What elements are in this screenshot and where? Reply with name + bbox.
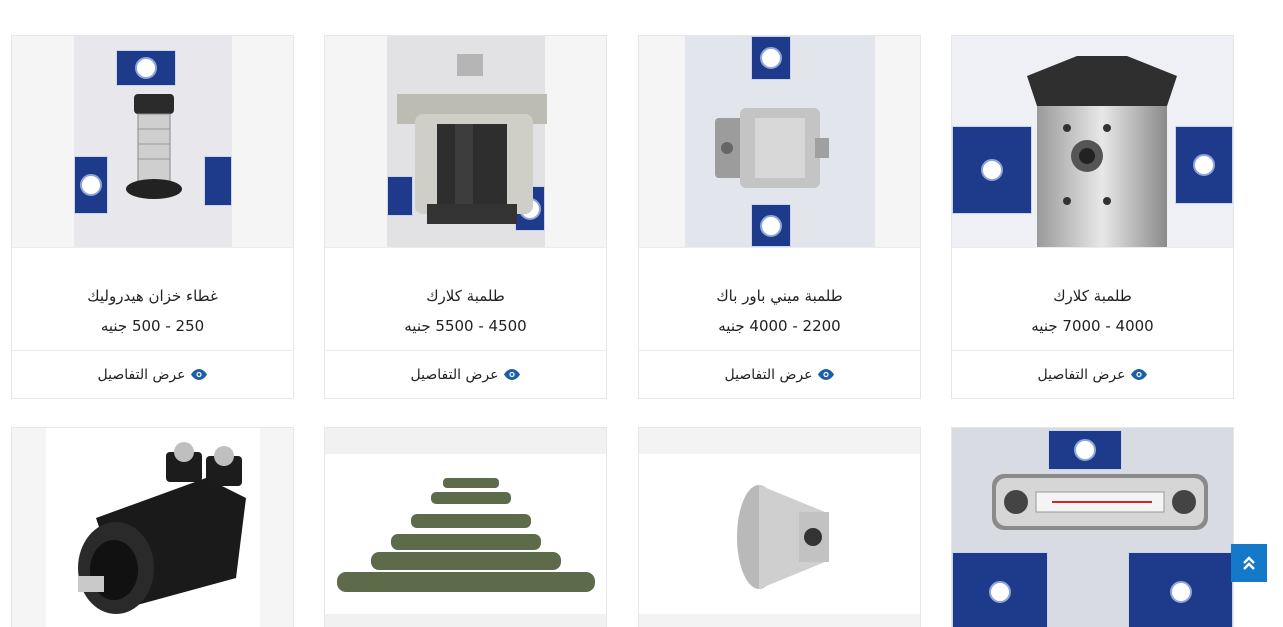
company-badge-image [1048,430,1122,470]
product-card[interactable] [638,427,921,627]
view-details-label: عرض التفاصيل [1037,366,1126,383]
view-details-link[interactable]: عرض التفاصيل [639,350,920,398]
product-card[interactable] [11,427,294,627]
company-badge-image [204,156,232,206]
product-image[interactable] [639,36,920,247]
product-title: طلمبة كلارك [325,247,606,317]
company-badge-image [751,36,791,80]
view-details-label: عرض التفاصيل [410,366,499,383]
product-grid: طلمبة كلارك 4000 - 7000 جنيه عرض التفاصي… [0,0,1283,627]
company-badge-image [1128,552,1233,627]
product-image[interactable] [325,428,606,627]
product-price: 250 - 500 جنيه [100,317,205,335]
product-price: 4500 - 5500 جنيه [404,317,527,335]
product-title: طلمبة كلارك [952,247,1233,317]
hydraulic-motor-image [78,442,246,614]
view-details-link[interactable]: عرض التفاصيل [325,350,606,398]
product-image[interactable] [12,428,293,627]
product-image[interactable] [639,428,920,627]
product-title: طلمبة ميني باور باك [639,247,920,317]
company-badge-image [116,50,176,86]
company-badge-image [952,552,1048,627]
view-details-label: عرض التفاصيل [97,366,186,383]
bell-housing-image [737,485,829,589]
product-card[interactable]: طلمبة كلارك 4500 - 5500 جنيه عرض التفاصي… [324,35,607,399]
product-image[interactable] [325,36,606,247]
product-card[interactable]: طلمبة كلارك 4000 - 7000 جنيه عرض التفاصي… [951,35,1234,399]
tank-cap-image [126,94,182,199]
product-image[interactable] [952,428,1233,627]
product-image[interactable] [952,36,1233,247]
product-card[interactable] [324,427,607,627]
eye-icon [818,369,835,380]
view-details-link[interactable]: عرض التفاصيل [952,350,1233,398]
product-price: 4000 - 7000 جنيه [1031,317,1154,335]
product-card[interactable]: طلمبة ميني باور باك 2200 - 4000 جنيه عرض… [638,35,921,399]
view-details-label: عرض التفاصيل [724,366,813,383]
view-details-link[interactable]: عرض التفاصيل [12,350,293,398]
double-chevron-up-icon [1243,556,1255,570]
product-image[interactable] [12,36,293,247]
oil-cooler-image [337,478,595,592]
scroll-to-top-button[interactable] [1231,544,1267,582]
product-title: غطاء خزان هيدروليك [12,247,293,317]
product-card[interactable] [951,427,1234,627]
eye-icon [504,369,521,380]
company-badge-image [74,156,108,214]
eye-icon [1131,369,1148,380]
eye-icon [191,369,208,380]
company-badge-image [751,204,791,247]
company-badge-image [1175,126,1233,204]
gear-pump-image [1027,56,1177,247]
level-gauge-image [992,474,1208,530]
gear-pump-image [397,54,547,224]
product-price: 2200 - 4000 جنيه [718,317,841,335]
product-card[interactable]: غطاء خزان هيدروليك 250 - 500 جنيه عرض ال… [11,35,294,399]
mini-power-pack-pump-image [715,108,829,188]
